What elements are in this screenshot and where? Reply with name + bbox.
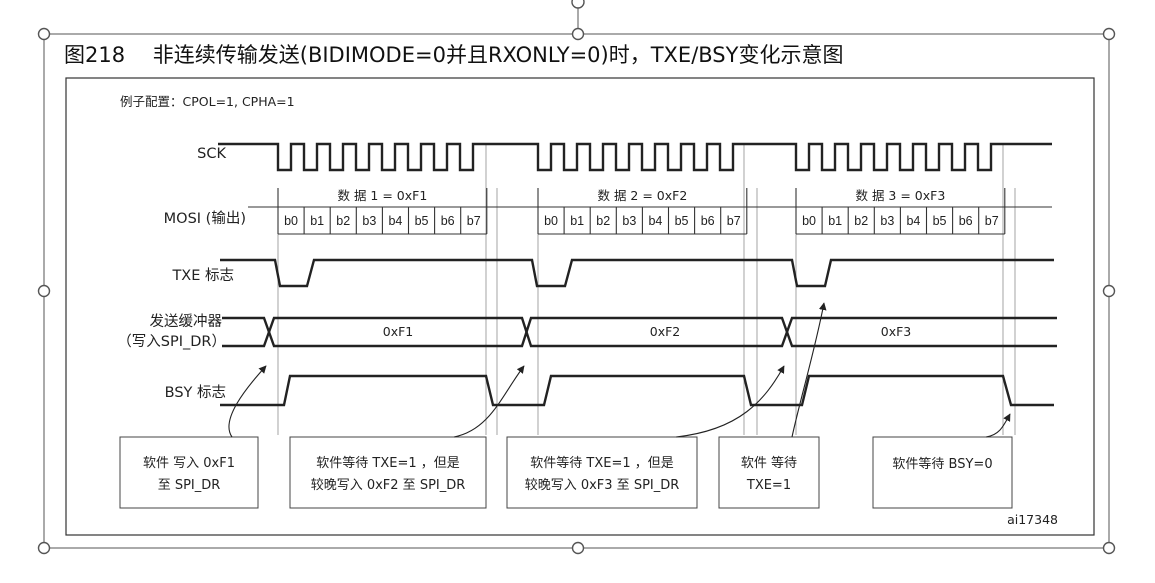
bit-label: b3: [362, 214, 376, 228]
bit-label: b1: [310, 214, 324, 228]
mosi-bytes: b0 b1 b2 b3 b4 b5 b6 b7 数 据 1 = 0xF1 b0 b1 b2 b3 b4 b5…: [248, 188, 1052, 235]
note-box: [289, 436, 487, 509]
resize-handle-top[interactable]: [571, 27, 585, 41]
bit-label: b5: [675, 214, 689, 228]
buffer-values: 0xF1 0xF2 0xF3: [383, 324, 912, 339]
sck-waveform: [218, 142, 1052, 172]
resize-handle-top-left[interactable]: [37, 27, 51, 41]
note-arrow: [791, 302, 827, 438]
note-line-1: 软件 等待: [741, 455, 797, 471]
bit-label: b0: [544, 214, 558, 228]
rotate-handle[interactable]: [571, 0, 585, 9]
note-5: 软件等待 BSY=0: [872, 413, 1013, 509]
buffer-value: 0xF2: [650, 324, 681, 339]
bit-label: b4: [648, 214, 662, 228]
resize-handle-top-right[interactable]: [1102, 27, 1116, 41]
note-line-2: 较晚写入 0xF3 至 SPI_DR: [525, 478, 680, 493]
buffer-waveform: [222, 316, 1057, 348]
bit-label: b7: [727, 214, 741, 228]
note-line-2: 较晚写入 0xF2 至 SPI_DR: [311, 478, 466, 493]
resize-handle-right[interactable]: [1102, 284, 1116, 298]
data-label: 数 据 3 = 0xF3: [855, 188, 945, 203]
bit-label: b5: [933, 214, 947, 228]
bsy-waveform: [220, 374, 1054, 407]
bsy-label: BSY 标志: [165, 384, 226, 401]
note-box: [872, 436, 1013, 509]
bit-label: b3: [622, 214, 636, 228]
bit-label: b4: [388, 214, 402, 228]
bit-label: b1: [828, 214, 842, 228]
txe-waveform: [220, 258, 1054, 288]
buffer-label-2: （写入SPI_DR）: [117, 333, 226, 350]
bit-label: b6: [441, 214, 455, 228]
note-line-1: 软件 写入 0xF1: [143, 456, 235, 471]
bit-label: b2: [854, 214, 868, 228]
data-label: 数 据 2 = 0xF2: [597, 188, 687, 203]
bit-label: b6: [701, 214, 715, 228]
bit-label: b7: [467, 214, 481, 228]
note-line-2: TXE=1: [746, 478, 791, 493]
data-label: 数 据 1 = 0xF1: [337, 188, 427, 203]
note-arrow: [985, 413, 1011, 438]
config-label: 例子配置：CPOL=1, CPHA=1: [120, 94, 295, 109]
note-box: [506, 436, 698, 509]
bit-label: b4: [906, 214, 920, 228]
buffer-value: 0xF1: [383, 324, 414, 339]
resize-handle-bottom-left[interactable]: [37, 541, 51, 555]
mosi-byte-1: b0 b1 b2 b3 b4 b5 b6 b7 数 据 1 = 0xF1: [277, 188, 488, 235]
resize-handle-bottom[interactable]: [571, 541, 585, 555]
bit-label: b6: [959, 214, 973, 228]
note-line-2: 至 SPI_DR: [158, 478, 221, 493]
figure-title: 图218 非连续传输发送(BIDIMODE=0并且RXONLY=0)时，TXE/…: [64, 43, 843, 67]
note-box: [718, 436, 820, 509]
sck-label: SCK: [197, 146, 226, 162]
buffer-value: 0xF3: [881, 324, 912, 339]
bit-label: b0: [284, 214, 298, 228]
bit-label: b2: [596, 214, 610, 228]
bit-label: b7: [985, 214, 999, 228]
txe-label: TXE 标志: [171, 267, 234, 284]
buffer-label-1: 发送缓冲器: [150, 313, 223, 330]
note-line-1: 软件等待 BSY=0: [892, 456, 992, 472]
note-box: [119, 436, 259, 509]
timing-diagram: 图218 非连续传输发送(BIDIMODE=0并且RXONLY=0)时，TXE/…: [37, 0, 1116, 555]
mosi-byte-3: b0 b1 b2 b3 b4 b5 b6 b7 数 据 3 = 0xF3: [795, 188, 1006, 235]
bit-label: b5: [415, 214, 429, 228]
resize-handle-bottom-right[interactable]: [1102, 541, 1116, 555]
bit-label: b0: [802, 214, 816, 228]
note-line-1: 软件等待 TXE=1 ，但是: [530, 455, 674, 471]
note-line-1: 软件等待 TXE=1 ，但是: [316, 455, 460, 471]
bit-label: b3: [880, 214, 894, 228]
note-arrow: [228, 365, 267, 438]
bit-label: b1: [570, 214, 584, 228]
figure-id: ai17348: [1007, 512, 1058, 527]
mosi-label: MOSI (输出): [164, 210, 246, 227]
resize-handle-left[interactable]: [37, 284, 51, 298]
mosi-byte-2: b0 b1 b2 b3 b4 b5 b6 b7 数 据 2 = 0xF2: [537, 188, 748, 235]
bit-label: b2: [336, 214, 350, 228]
